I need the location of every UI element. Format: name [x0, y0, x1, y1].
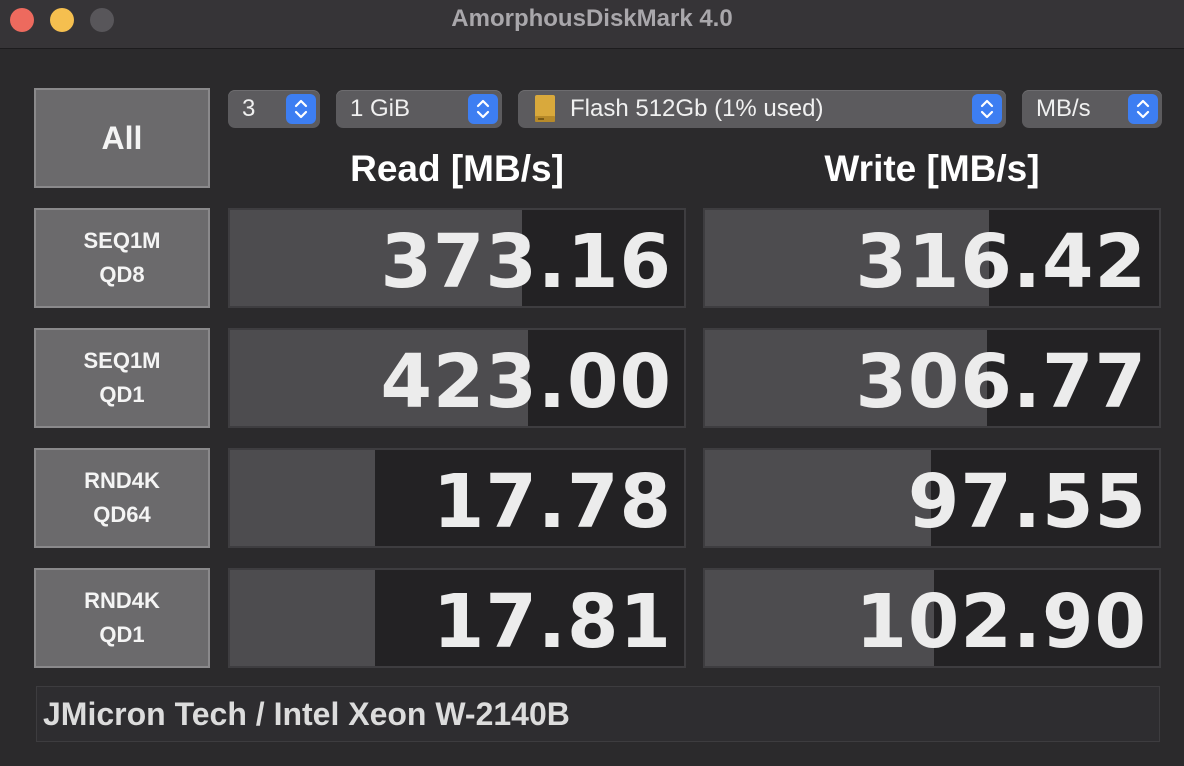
test-count-select[interactable]: 3 [228, 90, 320, 128]
test-name: RND4K [84, 468, 160, 493]
test-queue-depth: QD1 [99, 622, 145, 647]
write-value: 97.55 [907, 459, 1147, 545]
write-bar [705, 450, 932, 546]
write-value: 102.90 [855, 579, 1147, 665]
rnd4k-qd1-write-result: 102.90 [703, 568, 1161, 668]
write-value: 306.77 [855, 339, 1147, 425]
test-name: RND4K [84, 588, 160, 613]
test-name: SEQ1M [83, 348, 161, 373]
chevron-updown-icon [1128, 94, 1158, 124]
test-queue-depth: QD1 [99, 382, 145, 407]
test-size-value: 1 GiB [350, 95, 411, 122]
write-value: 316.42 [855, 219, 1147, 305]
read-value: 17.78 [432, 459, 672, 545]
window-title: AmorphousDiskMark 4.0 [451, 5, 733, 32]
device-info-field[interactable]: JMicron Tech / Intel Xeon W-2140B [36, 686, 1160, 742]
rnd4k-qd1-read-result: 17.81 [228, 568, 686, 668]
test-name: SEQ1M [83, 228, 161, 253]
disk-select[interactable]: Flash 512Gb (1% used) [518, 90, 1006, 128]
seq1m-qd1-button[interactable]: SEQ1M QD1 [34, 328, 210, 428]
read-column-header: Read [MB/s] [350, 148, 564, 189]
test-queue-depth: QD8 [99, 262, 145, 287]
rnd4k-qd64-button[interactable]: RND4K QD64 [34, 448, 210, 548]
disk-value: Flash 512Gb (1% used) [570, 95, 824, 122]
read-value: 423.00 [380, 339, 672, 425]
rnd4k-qd64-write-result: 97.55 [703, 448, 1161, 548]
unit-value: MB/s [1036, 95, 1091, 122]
chevron-updown-icon [972, 94, 1002, 124]
write-column-header: Write [MB/s] [824, 148, 1040, 189]
title-bar: AmorphousDiskMark 4.0 [0, 0, 1184, 49]
read-bar [230, 570, 375, 666]
read-value: 17.81 [432, 579, 672, 665]
seq1m-qd8-write-result: 316.42 [703, 208, 1161, 308]
seq1m-qd8-button[interactable]: SEQ1M QD8 [34, 208, 210, 308]
rnd4k-qd64-read-result: 17.78 [228, 448, 686, 548]
test-size-select[interactable]: 1 GiB [336, 90, 502, 128]
disk-icon [532, 94, 558, 124]
seq1m-qd8-read-result: 373.16 [228, 208, 686, 308]
seq1m-qd1-write-result: 306.77 [703, 328, 1161, 428]
chevron-updown-icon [286, 94, 316, 124]
rnd4k-qd1-button[interactable]: RND4K QD1 [34, 568, 210, 668]
run-all-button[interactable]: All [34, 88, 210, 188]
test-count-value: 3 [242, 95, 256, 122]
unit-select[interactable]: MB/s [1022, 90, 1162, 128]
seq1m-qd1-read-result: 423.00 [228, 328, 686, 428]
read-bar [230, 450, 375, 546]
chevron-updown-icon [468, 94, 498, 124]
test-queue-depth: QD64 [93, 502, 151, 527]
read-value: 373.16 [380, 219, 672, 305]
